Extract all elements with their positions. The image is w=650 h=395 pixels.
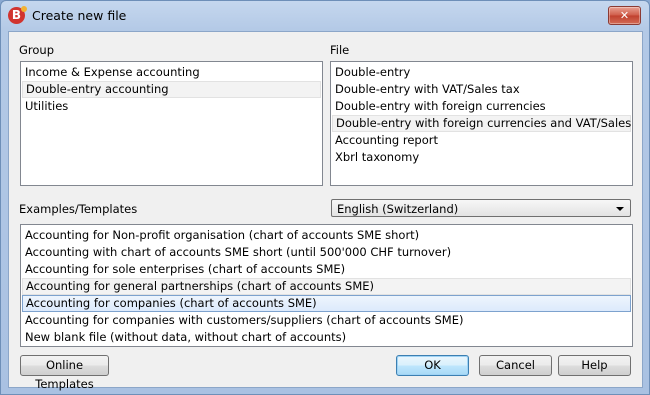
template-item-new-blank-file[interactable]: New blank file (without data, without ch…: [21, 329, 632, 346]
file-item-double-entry[interactable]: Double-entry: [331, 64, 632, 81]
help-button[interactable]: Help: [558, 355, 631, 376]
group-item-income-expense[interactable]: Income & Expense accounting: [21, 64, 322, 81]
chevron-down-icon: [616, 207, 624, 211]
title-bar[interactable]: B Create new file ✕: [1, 1, 649, 31]
dialog-title: Create new file: [32, 8, 127, 23]
file-label: File: [330, 43, 350, 57]
file-item-accounting-report[interactable]: Accounting report: [331, 132, 632, 149]
language-select[interactable]: English (Switzerland): [331, 199, 631, 217]
file-item-double-entry-foreign-currencies[interactable]: Double-entry with foreign currencies: [331, 98, 632, 115]
cancel-button[interactable]: Cancel: [479, 355, 552, 376]
templates-label: Examples/Templates: [19, 202, 138, 216]
dialog-body: Group Income & Expense accounting Double…: [8, 31, 643, 391]
group-list[interactable]: Income & Expense accounting Double-entry…: [20, 61, 323, 186]
template-item-sme-short[interactable]: Accounting with chart of accounts SME sh…: [21, 244, 632, 261]
template-item-companies-customers-suppliers[interactable]: Accounting for companies with customers/…: [21, 312, 632, 329]
group-item-utilities[interactable]: Utilities: [21, 98, 322, 115]
ok-button[interactable]: OK: [396, 355, 469, 376]
file-item-double-entry-foreign-currencies-vat[interactable]: Double-entry with foreign currencies and…: [332, 115, 632, 132]
language-select-value: English (Switzerland): [337, 202, 459, 216]
group-item-double-entry[interactable]: Double-entry accounting: [22, 81, 321, 98]
template-item-companies[interactable]: Accounting for companies (chart of accou…: [22, 295, 631, 312]
file-list[interactable]: Double-entry Double-entry with VAT/Sales…: [330, 61, 633, 186]
template-item-sole-enterprises[interactable]: Accounting for sole enterprises (chart o…: [21, 261, 632, 278]
template-item-general-partnerships[interactable]: Accounting for general partnerships (cha…: [22, 278, 631, 295]
file-item-double-entry-vat[interactable]: Double-entry with VAT/Sales tax: [331, 81, 632, 98]
create-new-file-dialog: B Create new file ✕ Group Income & Expen…: [0, 0, 650, 395]
online-templates-button[interactable]: Online Templates: [20, 355, 109, 391]
banana-app-icon: B: [8, 6, 27, 24]
group-label: Group: [19, 43, 55, 57]
template-item-non-profit[interactable]: Accounting for Non-profit organisation (…: [21, 227, 632, 244]
file-item-xbrl-taxonomy[interactable]: Xbrl taxonomy: [331, 149, 632, 166]
close-button[interactable]: ✕: [608, 6, 641, 25]
templates-list[interactable]: Accounting for Non-profit organisation (…: [20, 224, 633, 347]
